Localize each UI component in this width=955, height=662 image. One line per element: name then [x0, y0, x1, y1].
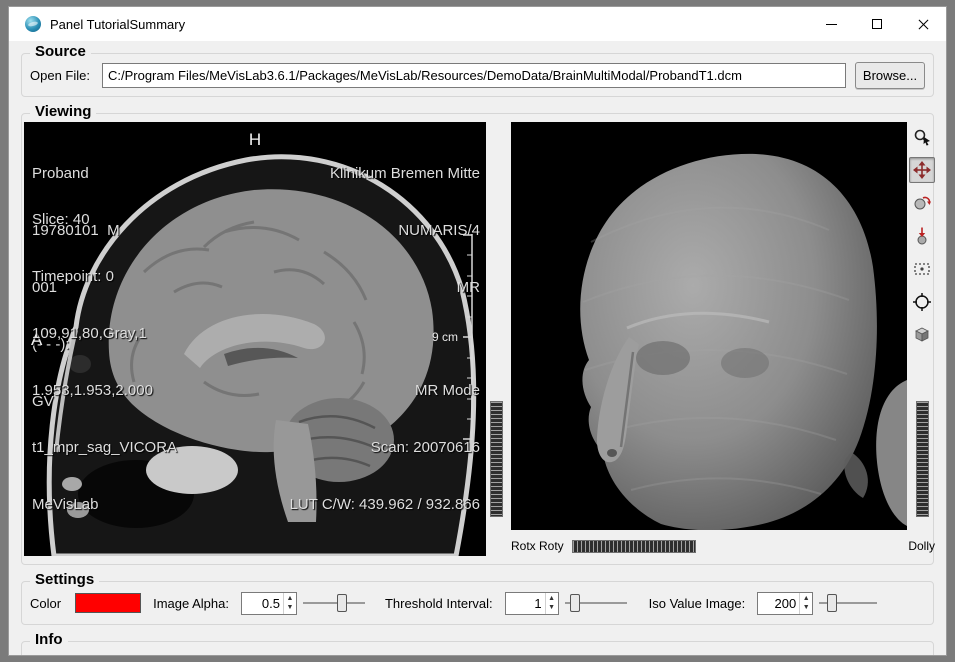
dolly-label: Dolly [908, 539, 935, 553]
maximize-icon [872, 19, 882, 29]
close-button[interactable] [900, 7, 946, 41]
iso-value-slider[interactable] [819, 593, 877, 613]
color-swatch[interactable] [75, 593, 141, 613]
spin-down-icon[interactable]: ▼ [800, 603, 812, 612]
clinic-info-overlay: Klinikum Bremen Mitte NUMARIS/4 MR [330, 126, 480, 335]
threshold-spinbox[interactable]: 1 ▲▼ [505, 592, 559, 615]
examine-move-icon[interactable] [909, 157, 935, 183]
orientation-marker-top: H [249, 130, 261, 149]
iso-value-spinbox[interactable]: 200 ▲▼ [757, 592, 813, 615]
image-alpha-slider[interactable] [303, 593, 365, 613]
perspective-cube-icon[interactable] [909, 322, 935, 348]
viewing-group-title: Viewing [30, 103, 96, 120]
slice-info-overlay: Slice: 40 Timepoint: 0 109,91,80,Gray,1 … [32, 172, 177, 552]
maximize-button[interactable] [854, 7, 900, 41]
slider-handle[interactable] [570, 594, 580, 612]
minimize-icon [826, 24, 837, 25]
mevislab-logo-icon [25, 16, 41, 32]
titlebar[interactable]: Panel TutorialSummary [9, 7, 946, 41]
slider-handle[interactable] [337, 594, 347, 612]
settings-group: Settings Color Image Alpha: 0.5 ▲▼ Thres… [21, 581, 934, 625]
render-viewer-3d[interactable] [511, 122, 907, 530]
minimize-button[interactable] [808, 7, 854, 41]
threshold-slider[interactable] [565, 593, 627, 613]
view-all-icon[interactable] [909, 256, 935, 282]
spin-down-icon[interactable]: ▼ [284, 603, 296, 612]
head-isosurface-render [511, 122, 907, 530]
mevislab-brand: MeVisLab [32, 495, 177, 514]
image-alpha-spinbox[interactable]: 0.5 ▲▼ [241, 592, 297, 615]
source-group-title: Source [30, 43, 91, 60]
close-icon [917, 18, 930, 31]
magnify-pick-icon[interactable] [909, 124, 935, 150]
source-group: Source Open File: Browse... [21, 53, 934, 97]
focal-point-icon[interactable] [909, 289, 935, 315]
spin-down-icon[interactable]: ▼ [546, 603, 558, 612]
rotate-camera-icon[interactable] [909, 190, 935, 216]
spin-up-icon[interactable]: ▲ [284, 594, 296, 603]
spin-up-icon[interactable]: ▲ [800, 594, 812, 603]
rotx-thumbwheel[interactable] [490, 401, 503, 517]
scan-info-overlay: MR Mode Scan: 20070616 LUT C/W: 439.962 … [290, 343, 480, 552]
iso-value-label: Iso Value Image: [649, 596, 746, 611]
image-alpha-label: Image Alpha: [153, 596, 229, 611]
rotxy-label: Rotx Roty [511, 539, 564, 553]
settings-group-title: Settings [30, 571, 99, 588]
viewer-toolbar [908, 124, 936, 348]
window-title: Panel TutorialSummary [50, 17, 185, 32]
dolly-thumbwheel[interactable] [916, 401, 929, 517]
file-path-input[interactable] [102, 63, 846, 88]
open-file-label: Open File: [30, 68, 90, 83]
browse-button[interactable]: Browse... [855, 62, 925, 89]
threshold-label: Threshold Interval: [385, 596, 493, 611]
viewing-group: Viewing [21, 113, 934, 565]
seek-point-icon[interactable] [909, 223, 935, 249]
color-label: Color [30, 596, 61, 611]
info-group-title: Info [30, 631, 68, 648]
slider-handle[interactable] [827, 594, 837, 612]
spin-up-icon[interactable]: ▲ [546, 594, 558, 603]
scale-label: 9 cm [432, 330, 458, 344]
slice-viewer-2d[interactable]: Proband 19780101 M 001 (- - -): GV H Kli… [24, 122, 486, 556]
panel-window: Panel TutorialSummary Source Open File: … [8, 6, 947, 656]
info-group: Info [21, 641, 934, 656]
roty-thumbwheel[interactable] [572, 540, 696, 553]
